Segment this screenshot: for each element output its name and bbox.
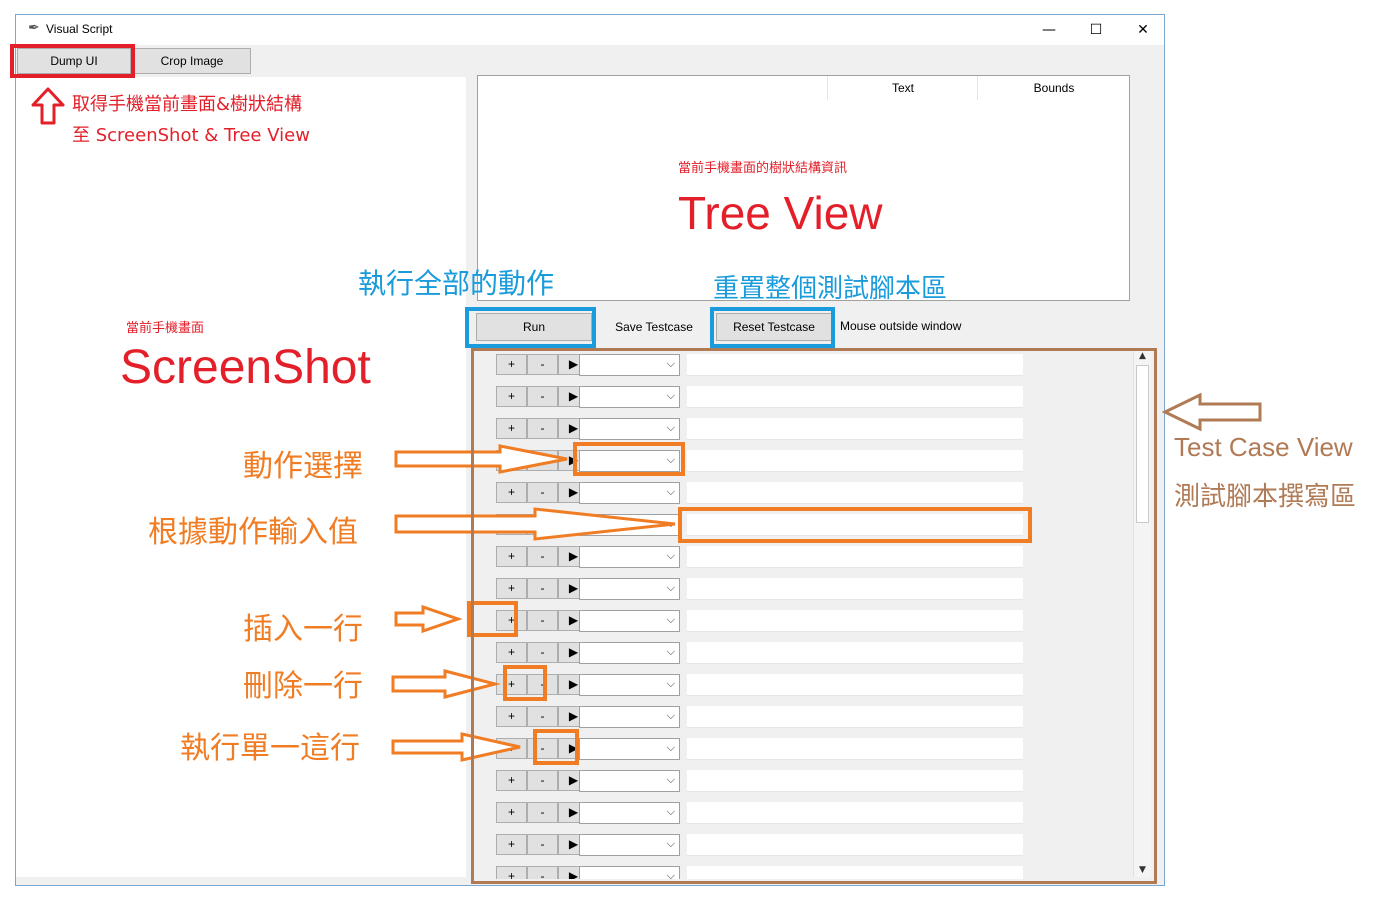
crop-image-button[interactable]: Crop Image — [133, 48, 251, 74]
dump-ui-description: 取得手機當前畫面&樹狀結構 — [72, 94, 303, 115]
run-all-label: 執行全部的動作 — [358, 267, 555, 300]
input-value-label: 根據動作輸入值 — [148, 515, 358, 550]
screenshot-label: ScreenShot — [120, 341, 371, 394]
title-bar: ✒ Visual Script — ☐ ✕ — [16, 15, 1164, 45]
reset-label: 重置整個測試腳本區 — [713, 274, 948, 304]
dump-ui-highlight — [10, 44, 135, 78]
tree-column-text[interactable]: Text — [827, 76, 978, 100]
mouse-status: Mouse outside window — [840, 319, 962, 333]
window-title: Visual Script — [46, 22, 113, 36]
testcase-highlight — [471, 348, 1157, 884]
up-arrow-icon — [31, 87, 65, 125]
tree-column-bounds[interactable]: Bounds — [977, 76, 1130, 100]
save-testcase-button[interactable]: Save Testcase — [596, 313, 712, 341]
screenshot-caption: 當前手機畫面 — [126, 321, 205, 336]
testcase-view-label: Test Case View — [1174, 432, 1353, 462]
testcase-view-caption: 測試腳本撰寫區 — [1174, 482, 1357, 512]
run-row-label: 執行單一這行 — [180, 731, 360, 766]
action-select-label: 動作選擇 — [243, 449, 363, 484]
close-button[interactable]: ✕ — [1120, 15, 1164, 45]
minimize-button[interactable]: — — [1026, 15, 1072, 45]
tree-view-label: Tree View — [678, 187, 883, 239]
run-highlight — [465, 307, 596, 348]
feather-icon: ✒ — [28, 20, 40, 36]
insert-row-label: 插入一行 — [243, 612, 363, 647]
maximize-button[interactable]: ☐ — [1073, 15, 1119, 45]
dump-ui-description-2: 至 ScreenShot & Tree View — [72, 125, 310, 146]
delete-row-label: 刪除一行 — [243, 669, 363, 704]
tree-view-caption: 當前手機畫面的樹狀結構資訊 — [678, 161, 848, 176]
reset-highlight — [710, 307, 835, 348]
left-arrow-icon — [1162, 392, 1262, 432]
